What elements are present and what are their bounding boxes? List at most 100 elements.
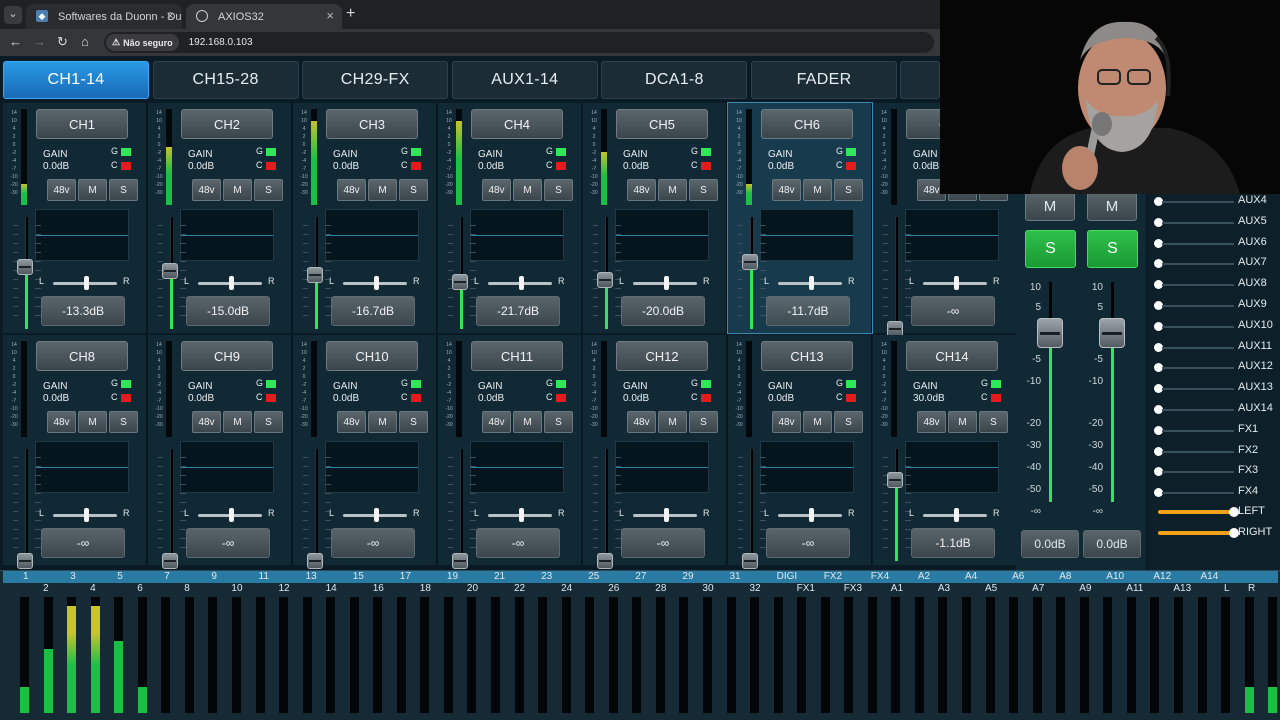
mute-button[interactable]: M xyxy=(78,179,107,201)
mute-button[interactable]: M xyxy=(513,179,542,201)
fader-track[interactable] xyxy=(25,449,28,561)
pan-knob[interactable] xyxy=(664,508,669,522)
fader-level-display[interactable]: -16.7dB xyxy=(331,296,415,326)
gain-value[interactable]: 0.0dB xyxy=(768,161,794,172)
pan-slider[interactable]: LR xyxy=(39,508,131,522)
send-fx3[interactable]: FX3 xyxy=(1148,463,1280,483)
gain-value[interactable]: 0.0dB xyxy=(478,161,504,172)
send-fx2[interactable]: FX2 xyxy=(1148,443,1280,463)
phantom-48v-button[interactable]: 48v xyxy=(772,179,801,201)
gain-value[interactable]: 30.0dB xyxy=(913,393,945,404)
new-tab-button[interactable]: + xyxy=(346,5,355,23)
mute-button[interactable]: M xyxy=(368,179,397,201)
master-right-fader-knob[interactable] xyxy=(1099,318,1125,348)
fader-track[interactable] xyxy=(895,217,898,329)
fader-knob[interactable] xyxy=(742,553,758,569)
solo-button[interactable]: S xyxy=(834,411,863,433)
pan-slider[interactable]: LR xyxy=(39,276,131,290)
phantom-48v-button[interactable]: 48v xyxy=(47,411,76,433)
comp-led[interactable] xyxy=(701,162,711,170)
eq-display[interactable] xyxy=(615,441,709,493)
pan-slider[interactable]: LR xyxy=(329,508,421,522)
gate-led[interactable] xyxy=(266,380,276,388)
comp-led[interactable] xyxy=(121,162,131,170)
fader-level-display[interactable]: -13.3dB xyxy=(41,296,125,326)
fader-knob[interactable] xyxy=(17,259,33,275)
pan-knob[interactable] xyxy=(664,276,669,290)
solo-button[interactable]: S xyxy=(544,179,573,201)
pan-slider[interactable]: LR xyxy=(329,276,421,290)
send-aux12[interactable]: AUX12 xyxy=(1148,359,1280,379)
gate-led[interactable] xyxy=(556,380,566,388)
fader-level-display[interactable]: -∞ xyxy=(621,528,705,558)
solo-button[interactable]: S xyxy=(689,411,718,433)
fader-knob[interactable] xyxy=(597,553,613,569)
eq-display[interactable] xyxy=(35,441,129,493)
pan-knob[interactable] xyxy=(229,508,234,522)
pan-slider[interactable]: LR xyxy=(619,508,711,522)
gate-led[interactable] xyxy=(266,148,276,156)
gain-value[interactable]: 0.0dB xyxy=(188,161,214,172)
tab-search-button[interactable]: ⌄ xyxy=(4,6,22,24)
fader-track[interactable] xyxy=(170,449,173,561)
eq-display[interactable] xyxy=(470,441,564,493)
solo-button[interactable]: S xyxy=(109,179,138,201)
gate-led[interactable] xyxy=(991,380,1001,388)
comp-led[interactable] xyxy=(411,162,421,170)
mute-button[interactable]: M xyxy=(803,179,832,201)
pan-slider[interactable]: LR xyxy=(764,508,856,522)
master-left-fader-knob[interactable] xyxy=(1037,318,1063,348)
gate-led[interactable] xyxy=(411,380,421,388)
gate-led[interactable] xyxy=(701,148,711,156)
phantom-48v-button[interactable]: 48v xyxy=(627,179,656,201)
send-aux4[interactable]: AUX4 xyxy=(1148,193,1280,213)
pan-knob[interactable] xyxy=(374,276,379,290)
pan-slider[interactable]: LR xyxy=(909,508,1001,522)
gate-led[interactable] xyxy=(846,380,856,388)
pan-knob[interactable] xyxy=(954,508,959,522)
solo-button[interactable]: S xyxy=(399,179,428,201)
gain-value[interactable]: 0.0dB xyxy=(478,393,504,404)
send-aux14[interactable]: AUX14 xyxy=(1148,401,1280,421)
pan-knob[interactable] xyxy=(519,276,524,290)
url-field[interactable]: ⚠ Não seguro 192.168.0.103 xyxy=(104,32,934,53)
comp-led[interactable] xyxy=(991,394,1001,402)
fader-track[interactable] xyxy=(460,449,463,561)
send-aux10[interactable]: AUX10 xyxy=(1148,318,1280,338)
comp-led[interactable] xyxy=(266,162,276,170)
pan-slider[interactable]: LR xyxy=(474,508,566,522)
fader-level-display[interactable]: -∞ xyxy=(911,296,995,326)
phantom-48v-button[interactable]: 48v xyxy=(772,411,801,433)
channel-name-button[interactable]: CH14 xyxy=(906,341,998,371)
fader-knob[interactable] xyxy=(742,254,758,270)
send-aux11[interactable]: AUX11 xyxy=(1148,339,1280,359)
gain-value[interactable]: 0.0dB xyxy=(623,393,649,404)
fader-level-display[interactable]: -∞ xyxy=(766,528,850,558)
fader-level-display[interactable]: -∞ xyxy=(186,528,270,558)
eq-display[interactable] xyxy=(180,209,274,261)
fader-level-display[interactable]: -11.7dB xyxy=(766,296,850,326)
fader-knob[interactable] xyxy=(887,472,903,488)
send-aux13[interactable]: AUX13 xyxy=(1148,380,1280,400)
phantom-48v-button[interactable]: 48v xyxy=(482,179,511,201)
tab-dca1-8[interactable]: DCA1-8 xyxy=(601,61,748,99)
output-right[interactable]: RIGHT xyxy=(1158,526,1278,540)
gate-led[interactable] xyxy=(121,148,131,156)
send-aux9[interactable]: AUX9 xyxy=(1148,297,1280,317)
solo-button[interactable]: S xyxy=(834,179,863,201)
gate-led[interactable] xyxy=(121,380,131,388)
close-tab-icon[interactable]: × xyxy=(326,8,334,23)
gate-led[interactable] xyxy=(846,148,856,156)
send-fx4[interactable]: FX4 xyxy=(1148,484,1280,504)
fader-knob[interactable] xyxy=(162,263,178,279)
pan-knob[interactable] xyxy=(84,508,89,522)
solo-button[interactable]: S xyxy=(399,411,428,433)
tab-ch15-28[interactable]: CH15-28 xyxy=(152,61,299,99)
gain-value[interactable]: 0.0dB xyxy=(333,393,359,404)
eq-display[interactable] xyxy=(760,441,854,493)
send-aux5[interactable]: AUX5 xyxy=(1148,214,1280,234)
reload-icon[interactable]: ↻ xyxy=(57,34,68,50)
mute-button[interactable]: M xyxy=(803,411,832,433)
comp-led[interactable] xyxy=(701,394,711,402)
comp-led[interactable] xyxy=(846,162,856,170)
